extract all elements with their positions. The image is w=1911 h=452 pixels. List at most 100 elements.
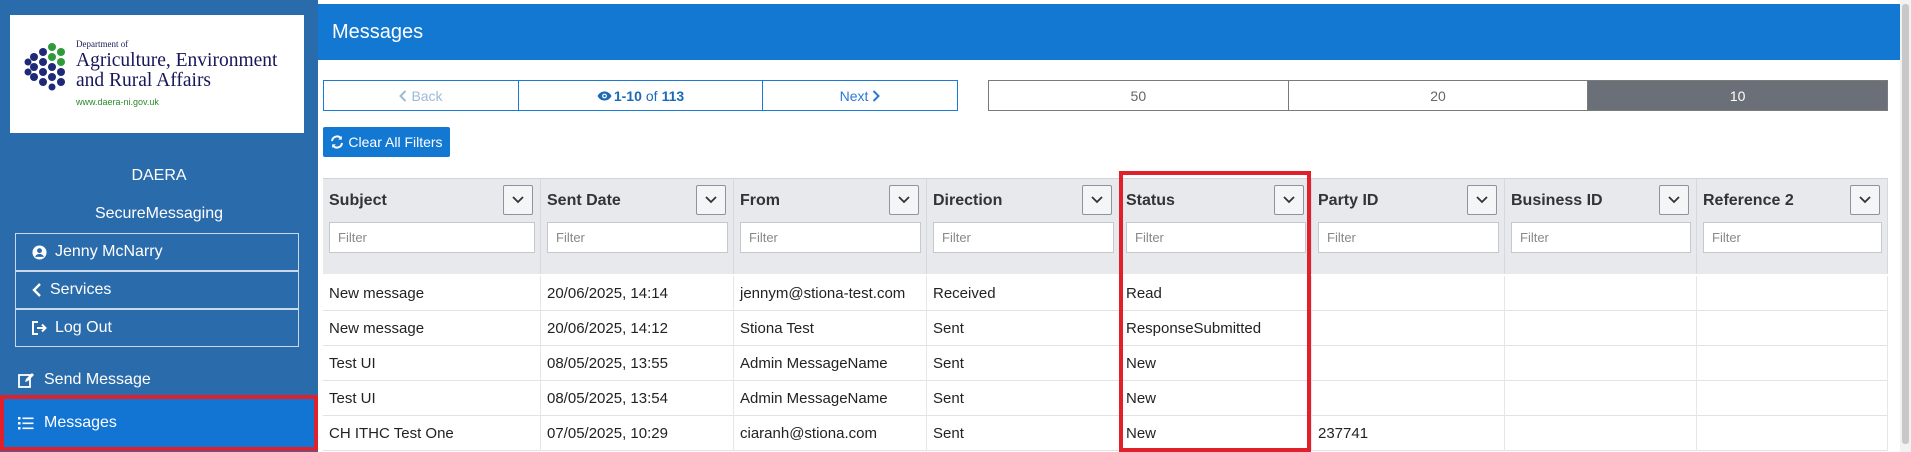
cell-business-id bbox=[1505, 381, 1697, 416]
logo-department-text: Department of bbox=[76, 39, 129, 49]
column-header-label[interactable]: From bbox=[740, 192, 780, 210]
chevron-down-icon bbox=[1859, 196, 1871, 204]
page-size-option[interactable]: 50 bbox=[989, 81, 1289, 110]
column-header-label[interactable]: Direction bbox=[933, 192, 1002, 210]
refresh-icon bbox=[330, 135, 344, 149]
next-button[interactable]: Next bbox=[763, 81, 957, 110]
cell-from: Stiona Test bbox=[734, 311, 927, 346]
cell-direction: Sent bbox=[927, 416, 1120, 451]
cell-subject: New message bbox=[323, 276, 541, 311]
edit-icon bbox=[18, 372, 34, 388]
cell-reference-2 bbox=[1697, 311, 1888, 346]
filter-input-status[interactable]: Filter bbox=[1126, 222, 1306, 253]
filter-input-reference-2[interactable]: Filter bbox=[1703, 222, 1882, 253]
column-menu-button[interactable] bbox=[1274, 185, 1304, 215]
user-circle-icon bbox=[32, 244, 47, 260]
cell-sent-date: 08/05/2025, 13:54 bbox=[541, 381, 734, 416]
cell-party-id bbox=[1312, 311, 1505, 346]
nav-messages[interactable]: Messages bbox=[0, 395, 318, 451]
eye-icon bbox=[597, 91, 612, 101]
services-button[interactable]: Services bbox=[15, 271, 299, 309]
column-header-label[interactable]: Party ID bbox=[1318, 192, 1378, 210]
page-size-option-selected[interactable]: 10 bbox=[1588, 81, 1888, 110]
filter-input-subject[interactable]: Filter bbox=[329, 222, 535, 253]
column-header-label[interactable]: Status bbox=[1126, 192, 1175, 210]
back-button[interactable]: Back bbox=[324, 81, 519, 110]
column-header-from: From Filter bbox=[734, 178, 927, 274]
filter-input-sent-date[interactable]: Filter bbox=[547, 222, 728, 253]
column-header-party-id: Party ID Filter bbox=[1312, 178, 1505, 274]
cell-from: Admin MessageName bbox=[734, 381, 927, 416]
record-count: 1-10 of 113 bbox=[519, 81, 763, 110]
cell-status: New bbox=[1120, 346, 1312, 381]
cell-party-id bbox=[1312, 381, 1505, 416]
scrollbar-thumb[interactable] bbox=[1902, 4, 1909, 444]
column-header-label[interactable]: Business ID bbox=[1511, 192, 1603, 210]
record-range: 1-10 bbox=[613, 87, 642, 104]
table-row[interactable]: Test UI 08/05/2025, 13:55 Admin MessageNam… bbox=[323, 346, 1888, 381]
column-menu-button[interactable] bbox=[1082, 185, 1112, 215]
daera-logo[interactable]: Department of Agriculture, Environment a… bbox=[10, 15, 304, 133]
chevron-down-icon bbox=[898, 196, 910, 204]
column-header-label[interactable]: Reference 2 bbox=[1703, 192, 1794, 210]
filter-input-from[interactable]: Filter bbox=[740, 222, 921, 253]
filter-input-party-id[interactable]: Filter bbox=[1318, 222, 1499, 253]
cell-sent-date: 07/05/2025, 10:29 bbox=[541, 416, 734, 451]
page-title: Messages bbox=[332, 20, 424, 43]
column-menu-button[interactable] bbox=[1659, 185, 1689, 215]
clear-all-filters-label: Clear All Filters bbox=[348, 134, 443, 150]
cell-direction: Received bbox=[927, 276, 1120, 311]
logout-label: Log Out bbox=[55, 319, 112, 336]
sign-out-icon bbox=[32, 321, 47, 335]
column-header-label[interactable]: Subject bbox=[329, 192, 387, 210]
next-label: Next bbox=[839, 87, 869, 104]
filter-input-direction[interactable]: Filter bbox=[933, 222, 1114, 253]
clear-all-filters-button[interactable]: Clear All Filters bbox=[323, 127, 450, 157]
cell-from: jennym@stiona-test.com bbox=[734, 276, 927, 311]
cell-reference-2 bbox=[1697, 276, 1888, 311]
cell-from: ciaranh@stiona.com bbox=[734, 416, 927, 451]
cell-subject: New message bbox=[323, 311, 541, 346]
org-name: DAERA bbox=[131, 167, 187, 184]
chevron-left-icon bbox=[399, 89, 407, 102]
cell-sent-date: 20/06/2025, 14:12 bbox=[541, 311, 734, 346]
column-menu-button[interactable] bbox=[889, 185, 919, 215]
column-header-label[interactable]: Sent Date bbox=[547, 192, 621, 210]
cell-direction: Sent bbox=[927, 381, 1120, 416]
cell-sent-date: 20/06/2025, 14:14 bbox=[541, 276, 734, 311]
table-row[interactable]: Test UI 08/05/2025, 13:54 Admin MessageNam… bbox=[323, 381, 1888, 416]
app-name: SecureMessaging bbox=[94, 205, 224, 222]
user-menu-button[interactable]: Jenny McNarry bbox=[15, 233, 299, 271]
cell-reference-2 bbox=[1697, 346, 1888, 381]
cell-status: New bbox=[1120, 381, 1312, 416]
page-size-option[interactable]: 20 bbox=[1289, 81, 1589, 110]
column-menu-button[interactable] bbox=[1850, 185, 1880, 215]
record-of: of bbox=[645, 87, 658, 104]
cell-reference-2 bbox=[1697, 416, 1888, 451]
cell-sent-date: 08/05/2025, 13:55 bbox=[541, 346, 734, 381]
filter-input-business-id[interactable]: Filter bbox=[1511, 222, 1691, 253]
cell-party-id bbox=[1312, 346, 1505, 381]
cell-direction: Sent bbox=[927, 346, 1120, 381]
cell-business-id bbox=[1505, 276, 1697, 311]
table-row[interactable]: New message 20/06/2025, 14:12 Stiona Test S… bbox=[323, 311, 1888, 346]
nav-messages-label: Messages bbox=[44, 414, 117, 431]
column-header-business-id: Business ID Filter bbox=[1505, 178, 1697, 274]
column-menu-button[interactable] bbox=[503, 185, 533, 215]
chevron-down-icon bbox=[705, 196, 717, 204]
chevron-down-icon bbox=[512, 196, 524, 204]
table-row[interactable]: CH ITHC Test One 07/05/2025, 10:29 ciaranh… bbox=[323, 416, 1888, 451]
chevron-right-icon bbox=[872, 89, 881, 102]
pagination: Back 1-10 of 113 Next bbox=[323, 80, 958, 111]
nav-send-message[interactable]: Send Message bbox=[0, 361, 318, 399]
logout-button[interactable]: Log Out bbox=[15, 309, 299, 347]
hexagon-logo-icon bbox=[24, 43, 65, 91]
cell-status: Read bbox=[1120, 276, 1312, 311]
cell-status: ResponseSubmitted bbox=[1120, 311, 1312, 346]
column-menu-button[interactable] bbox=[1467, 185, 1497, 215]
column-header-direction: Direction Filter bbox=[927, 178, 1120, 274]
cell-party-id bbox=[1312, 276, 1505, 311]
column-menu-button[interactable] bbox=[696, 185, 726, 215]
table-row[interactable]: New message 20/06/2025, 14:14 jennym@stion… bbox=[323, 276, 1888, 311]
chevron-left-icon bbox=[32, 283, 42, 297]
